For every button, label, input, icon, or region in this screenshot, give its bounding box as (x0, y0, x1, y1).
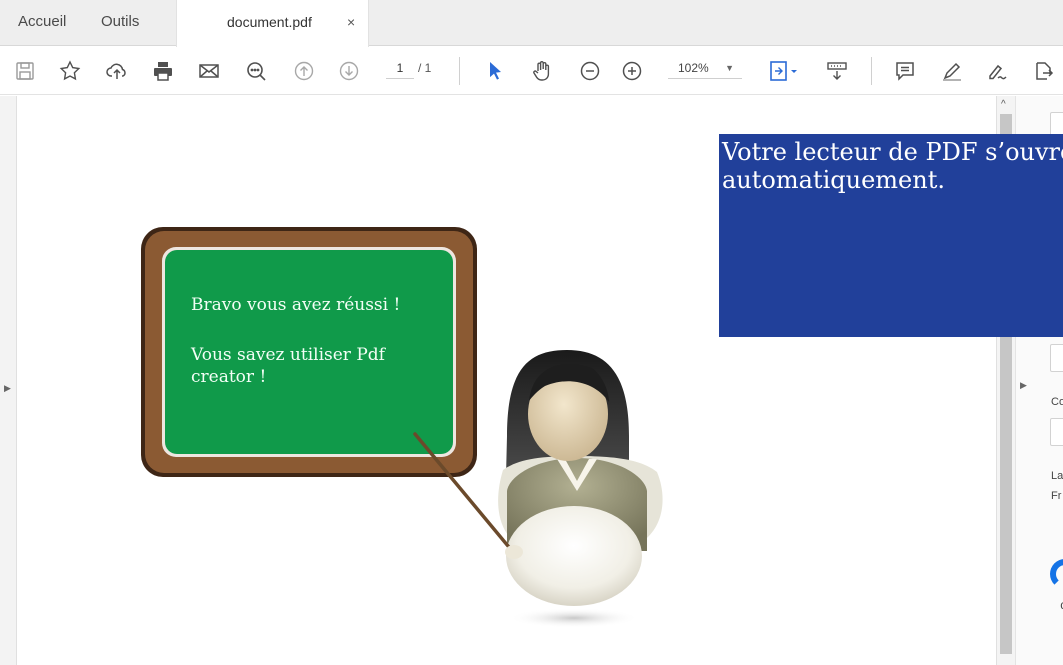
save-icon[interactable] (10, 56, 40, 86)
page-up-icon[interactable] (289, 56, 319, 86)
toolbar: 1 / 1 102% ▼ (0, 47, 1063, 95)
tab-document[interactable]: document.pdf × (176, 0, 369, 47)
mail-icon[interactable] (194, 56, 224, 86)
hand-icon[interactable] (527, 56, 557, 86)
panel-field[interactable] (1050, 418, 1063, 446)
banner-text: Votre lecteur de PDF s’ouvre automatique… (722, 138, 1063, 194)
bookmark-star-icon[interactable] (55, 56, 85, 86)
info-banner: Votre lecteur de PDF s’ouvre automatique… (719, 134, 1063, 337)
close-tab-icon[interactable]: × (347, 0, 355, 44)
page-total: / 1 (418, 61, 432, 75)
page-fit-icon[interactable] (763, 56, 803, 86)
highlight-pen-icon[interactable] (937, 56, 967, 86)
toolbar-divider (871, 57, 872, 85)
left-panel-gutter: ▶ (0, 96, 17, 665)
page-number-input[interactable]: 1 (386, 61, 414, 79)
zoom-select[interactable]: 102% ▼ (668, 61, 742, 79)
panel-label: La (1051, 470, 1063, 482)
zoom-value: 102% (678, 61, 709, 75)
read-mode-icon[interactable] (822, 56, 852, 86)
panel-label: Co (1051, 396, 1063, 408)
page-down-icon[interactable] (334, 56, 364, 86)
select-cursor-icon[interactable] (480, 56, 510, 86)
panel-field[interactable] (1050, 344, 1063, 372)
upload-cloud-icon[interactable] (102, 56, 132, 86)
tab-bar: Accueil Outils document.pdf × (0, 0, 1063, 47)
toolbar-divider (459, 57, 460, 85)
tab-home[interactable]: Accueil (18, 0, 66, 46)
tab-tools[interactable]: Outils (101, 0, 139, 46)
zoom-out-icon[interactable] (575, 56, 605, 86)
board-text-line-1: Bravo vous avez réussi ! (191, 295, 400, 315)
expand-left-panel-icon[interactable]: ▶ (4, 383, 11, 394)
zoom-in-icon[interactable] (617, 56, 647, 86)
search-zoom-icon[interactable] (241, 56, 271, 86)
figure-apron (506, 506, 642, 606)
collapse-panel-icon[interactable]: ▶ (1020, 380, 1027, 391)
scroll-up-icon[interactable]: ^ (1001, 99, 1006, 110)
print-icon[interactable] (148, 56, 178, 86)
comment-icon[interactable] (890, 56, 920, 86)
panel-label: Fr (1051, 490, 1062, 502)
share-icon[interactable] (1028, 56, 1058, 86)
board-text-line-2: Vous savez utiliser Pdf creator ! (191, 345, 385, 387)
panel-progress-ring (1050, 559, 1063, 589)
tab-document-label: document.pdf (227, 14, 312, 30)
chevron-down-icon: ▼ (725, 63, 734, 73)
sign-icon[interactable] (983, 56, 1013, 86)
